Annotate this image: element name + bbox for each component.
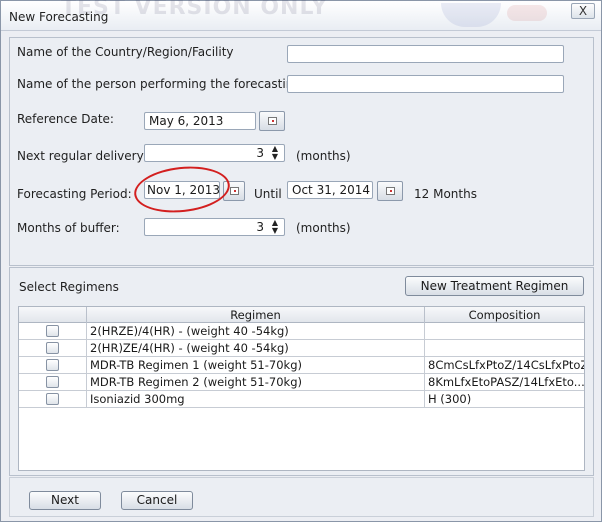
column-header-composition[interactable]: Composition xyxy=(425,307,584,323)
title-bar: TEST VERSION ONLY New Forecasting X xyxy=(1,0,601,31)
table-row[interactable]: MDR-TB Regimen 1 (weight 51-70kg) 8CmCsL… xyxy=(19,357,584,374)
buffer-spinner[interactable]: 3 ▲ ▼ xyxy=(144,218,285,236)
regimen-cell: MDR-TB Regimen 2 (weight 51-70kg) xyxy=(87,374,425,390)
next-button[interactable]: Next xyxy=(29,491,101,510)
reference-date-label: Reference Date: xyxy=(17,112,114,126)
table-row[interactable]: MDR-TB Regimen 2 (weight 51-70kg) 8KmLfx… xyxy=(19,374,584,391)
new-treatment-regimen-button[interactable]: New Treatment Regimen xyxy=(405,276,584,296)
buffer-value: 3 xyxy=(256,220,264,234)
next-delivery-value: 3 xyxy=(256,146,264,160)
select-regimens-label: Select Regimens xyxy=(19,280,119,294)
period-end-calendar-button[interactable] xyxy=(377,181,403,201)
reference-date-calendar-button[interactable] xyxy=(259,111,285,131)
regimen-checkbox[interactable] xyxy=(46,359,59,371)
regimen-checkbox[interactable] xyxy=(46,393,59,405)
buffer-label: Months of buffer: xyxy=(17,221,120,235)
select-cell xyxy=(19,357,87,373)
composition-cell: 8CmCsLfxPtoZ/14CsLfxPtoZ xyxy=(428,358,584,372)
next-delivery-spinner[interactable]: 3 ▲ ▼ xyxy=(144,144,285,162)
calendar-icon xyxy=(230,187,239,195)
select-cell xyxy=(19,391,87,407)
composition-cell xyxy=(425,323,584,339)
period-duration: 12 Months xyxy=(414,187,477,201)
until-label: Until xyxy=(254,187,282,201)
spinner-arrows-icon[interactable]: ▲ ▼ xyxy=(268,145,282,161)
calendar-icon xyxy=(268,117,277,125)
forecast-settings-panel: Name of the Country/Region/Facility Name… xyxy=(9,37,594,266)
buffer-unit: (months) xyxy=(296,221,351,235)
new-forecasting-window: TEST VERSION ONLY New Forecasting X Name… xyxy=(0,0,602,522)
regimen-checkbox[interactable] xyxy=(46,342,59,354)
reference-date-field[interactable]: May 6, 2013 xyxy=(144,112,256,130)
seal-logo xyxy=(441,3,501,27)
select-cell xyxy=(19,374,87,390)
regimen-checkbox[interactable] xyxy=(46,325,59,337)
period-end-field[interactable]: Oct 31, 2014 xyxy=(287,181,373,199)
select-cell xyxy=(19,340,87,356)
table-row[interactable]: 2(HR)ZE/4(HR) - (weight 40 -54kg) xyxy=(19,340,584,357)
select-cell xyxy=(19,323,87,339)
next-delivery-label: Next regular delivery: xyxy=(17,149,147,163)
regimen-checkbox[interactable] xyxy=(46,376,59,388)
spinner-arrows-icon[interactable]: ▲ ▼ xyxy=(268,219,282,235)
person-label: Name of the person performing the foreca… xyxy=(17,77,301,91)
composition-cell: H (300) xyxy=(428,392,472,406)
country-field[interactable] xyxy=(287,45,564,63)
column-header-regimen[interactable]: Regimen xyxy=(87,307,425,323)
regimens-panel: Select Regimens New Treatment Regimen Re… xyxy=(9,267,594,476)
close-button[interactable]: X xyxy=(571,3,595,19)
country-label: Name of the Country/Region/Facility xyxy=(17,45,234,59)
regimen-cell: 2(HRZE)/4(HR) - (weight 40 -54kg) xyxy=(87,323,425,339)
table-header: Regimen Composition xyxy=(19,307,584,323)
table-row[interactable]: Isoniazid 300mg H (300) xyxy=(19,391,584,408)
composition-cell: 8KmLfxEtoPASZ/14LfxEto... xyxy=(428,375,584,389)
regimen-cell: MDR-TB Regimen 1 (weight 51-70kg) xyxy=(87,357,425,373)
cancel-button[interactable]: Cancel xyxy=(121,491,193,510)
regimen-cell: Isoniazid 300mg xyxy=(87,391,425,407)
footer-panel: Next Cancel xyxy=(9,477,594,517)
regimen-cell: 2(HR)ZE/4(HR) - (weight 40 -54kg) xyxy=(87,340,425,356)
flag-logo xyxy=(507,5,547,21)
table-row[interactable]: 2(HRZE)/4(HR) - (weight 40 -54kg) xyxy=(19,323,584,340)
next-delivery-unit: (months) xyxy=(296,149,351,163)
forecasting-period-label: Forecasting Period: xyxy=(17,187,132,201)
column-header-select xyxy=(19,307,87,323)
calendar-icon xyxy=(386,187,395,195)
person-field[interactable] xyxy=(287,75,564,93)
window-title: New Forecasting xyxy=(9,10,109,24)
regimens-table: Regimen Composition 2(HRZE)/4(HR) - (wei… xyxy=(18,306,585,471)
composition-cell xyxy=(425,340,584,356)
